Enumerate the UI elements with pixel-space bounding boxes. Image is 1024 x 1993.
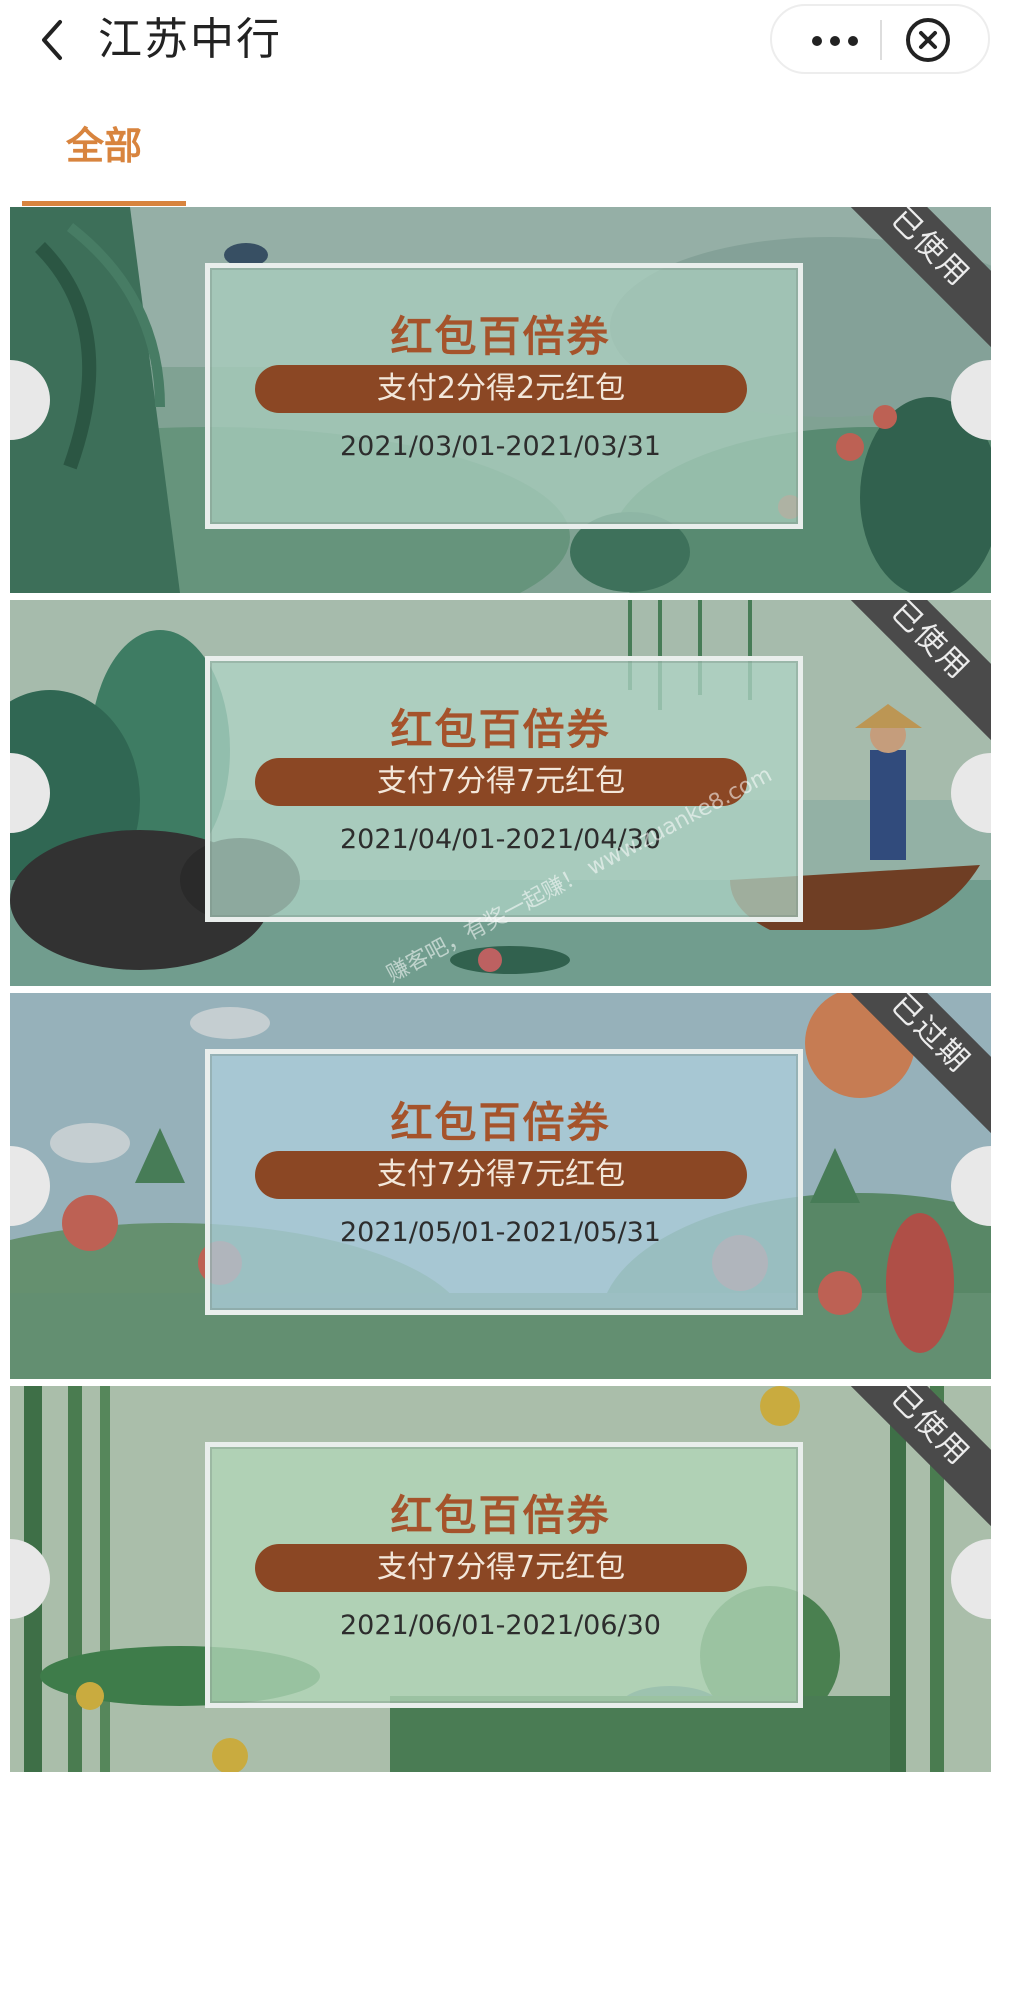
mini-program-capsule (770, 4, 990, 74)
chevron-left-icon (42, 20, 62, 60)
more-dots-icon (812, 36, 822, 46)
tab-all[interactable]: 全部 (22, 110, 186, 206)
coupon-date-range: 2021/04/01-2021/04/30 (340, 824, 661, 855)
coupon-offer: 支付7分得7元红包 (255, 758, 747, 806)
coupon-title: 红包百倍券 (390, 705, 611, 754)
more-button[interactable] (772, 6, 880, 72)
coupon-date-range: 2021/05/01-2021/05/31 (340, 1217, 661, 1248)
coupon-offer: 支付2分得2元红包 (255, 365, 747, 413)
coupon-date-range: 2021/06/01-2021/06/30 (340, 1610, 661, 1641)
back-button[interactable] (32, 12, 76, 68)
coupon-offer: 支付7分得7元红包 (255, 1544, 747, 1592)
coupon-card[interactable]: 红包百倍券 支付2分得2元红包 2021/03/01-2021/03/31 已使… (10, 207, 991, 593)
close-circle-icon (906, 18, 950, 62)
coupon-card[interactable]: 红包百倍券 支付7分得7元红包 2021/04/01-2021/04/30 已使… (10, 600, 991, 986)
tab-active-indicator (22, 201, 186, 206)
nav-bar: 江苏中行 (0, 0, 1024, 90)
more-dot (848, 36, 858, 46)
more-dot (830, 36, 840, 46)
coupon-card[interactable]: 红包百倍券 支付7分得7元红包 2021/05/01-2021/05/31 已过… (10, 993, 991, 1379)
tab-all-label: 全部 (65, 124, 142, 168)
coupon-date-range: 2021/03/01-2021/03/31 (340, 431, 661, 462)
close-button[interactable] (902, 14, 954, 66)
coupon-card[interactable]: 红包百倍券 支付7分得7元红包 2021/06/01-2021/06/30 已使… (10, 1386, 991, 1772)
coupon-offer: 支付7分得7元红包 (255, 1151, 747, 1199)
page-title: 江苏中行 (98, 14, 282, 65)
coupon-title: 红包百倍券 (390, 1491, 611, 1540)
coupon-title: 红包百倍券 (390, 312, 611, 361)
coupon-title: 红包百倍券 (390, 1098, 611, 1147)
capsule-divider (880, 20, 882, 60)
